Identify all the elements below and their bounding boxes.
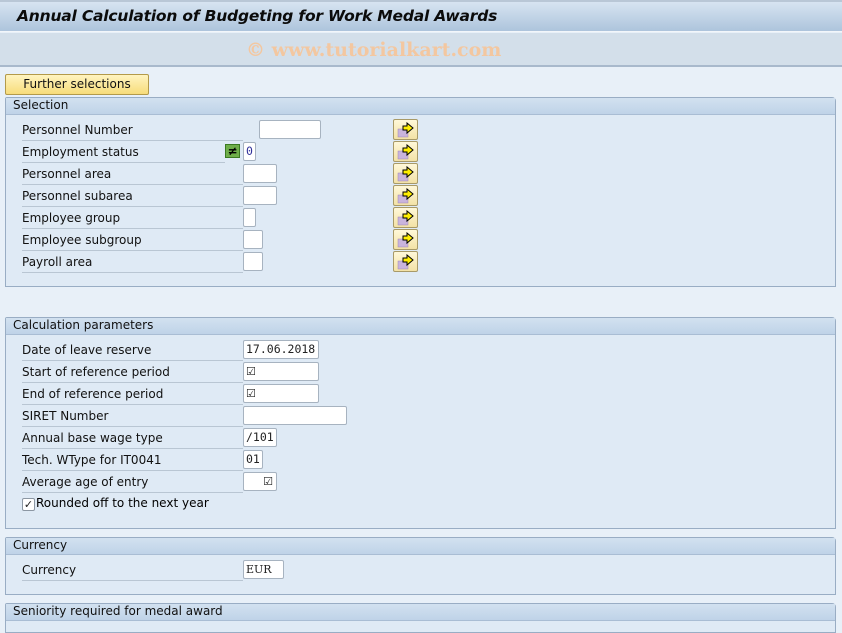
arrow-right-icon <box>397 232 414 248</box>
application-toolbar: © www.tutorialkart.com <box>0 33 842 67</box>
personnel-number-input[interactable] <box>259 120 321 139</box>
personnel-area-label: Personnel area <box>22 166 243 185</box>
personnel-subarea-input[interactable] <box>243 186 277 205</box>
arrow-right-icon <box>397 210 414 226</box>
seniority-group-header: Seniority required for medal award <box>6 604 835 621</box>
watermark: © www.tutorialkart.com <box>246 39 502 61</box>
further-selections-button[interactable]: Further selections <box>5 74 149 95</box>
annual-base-wage-type-label: Annual base wage type <box>22 430 243 449</box>
tech-wtype-input[interactable]: 01 <box>243 450 263 469</box>
personnel-area-multiple-selection-button[interactable] <box>393 163 418 184</box>
arrow-right-icon <box>397 188 414 204</box>
personnel-number-multiple-selection-button[interactable] <box>393 119 418 140</box>
employment-status-multiple-selection-button[interactable] <box>393 141 418 162</box>
employee-group-multiple-selection-button[interactable] <box>393 207 418 228</box>
page-title: Annual Calculation of Budgeting for Work… <box>17 7 498 25</box>
currency-group-header: Currency <box>6 538 835 555</box>
start-of-reference-period-label: Start of reference period <box>22 364 243 383</box>
average-age-of-entry-label: Average age of entry <box>22 474 243 493</box>
arrow-right-icon <box>397 166 414 182</box>
calculation-parameters-header: Calculation parameters <box>6 318 835 335</box>
employee-group-label: Employee group <box>22 210 243 229</box>
employee-group-input[interactable] <box>243 208 256 227</box>
siret-number-label: SIRET Number <box>22 408 243 427</box>
selection-group: Selection Personnel Number Employment st… <box>5 97 836 287</box>
selection-screen: Further selections Selection Personnel N… <box>0 67 842 633</box>
payroll-area-multiple-selection-button[interactable] <box>393 251 418 272</box>
annual-base-wage-type-input[interactable]: /101 <box>243 428 277 447</box>
personnel-area-input[interactable] <box>243 164 277 183</box>
currency-input[interactable]: EUR <box>243 560 284 579</box>
arrow-right-icon <box>397 122 414 138</box>
personnel-number-label: Personnel Number <box>22 122 243 141</box>
start-of-reference-period-input[interactable]: ☑ <box>243 362 319 381</box>
employee-subgroup-label: Employee subgroup <box>22 232 243 251</box>
tech-wtype-label: Tech. WType for IT0041 <box>22 452 243 471</box>
rounded-off-label: Rounded off to the next year <box>36 496 209 510</box>
employee-subgroup-multiple-selection-button[interactable] <box>393 229 418 250</box>
end-of-reference-period-input[interactable]: ☑ <box>243 384 319 403</box>
arrow-right-icon <box>397 254 414 270</box>
not-equal-icon[interactable]: ≠ <box>225 144 240 158</box>
payroll-area-input[interactable] <box>243 252 263 271</box>
selection-group-header: Selection <box>6 98 835 115</box>
employment-status-label: Employment status <box>22 144 225 163</box>
date-of-leave-reserve-label: Date of leave reserve <box>22 342 243 361</box>
seniority-group: Seniority required for medal award <box>5 603 836 633</box>
siret-number-input[interactable] <box>243 406 347 425</box>
average-age-of-entry-input[interactable]: ☑ <box>243 472 277 491</box>
date-of-leave-reserve-input[interactable]: 17.06.2018 <box>243 340 319 359</box>
title-bar: Annual Calculation of Budgeting for Work… <box>0 0 842 32</box>
rounded-off-checkbox[interactable]: ✓ <box>22 498 35 511</box>
payroll-area-label: Payroll area <box>22 254 243 273</box>
calculation-parameters-group: Calculation parameters Date of leave res… <box>5 317 836 529</box>
arrow-right-icon <box>397 144 414 160</box>
personnel-subarea-multiple-selection-button[interactable] <box>393 185 418 206</box>
personnel-subarea-label: Personnel subarea <box>22 188 243 207</box>
employment-status-input[interactable]: 0 <box>243 142 256 161</box>
currency-label: Currency <box>22 562 243 581</box>
employee-subgroup-input[interactable] <box>243 230 263 249</box>
end-of-reference-period-label: End of reference period <box>22 386 243 405</box>
currency-group: Currency Currency EUR <box>5 537 836 595</box>
